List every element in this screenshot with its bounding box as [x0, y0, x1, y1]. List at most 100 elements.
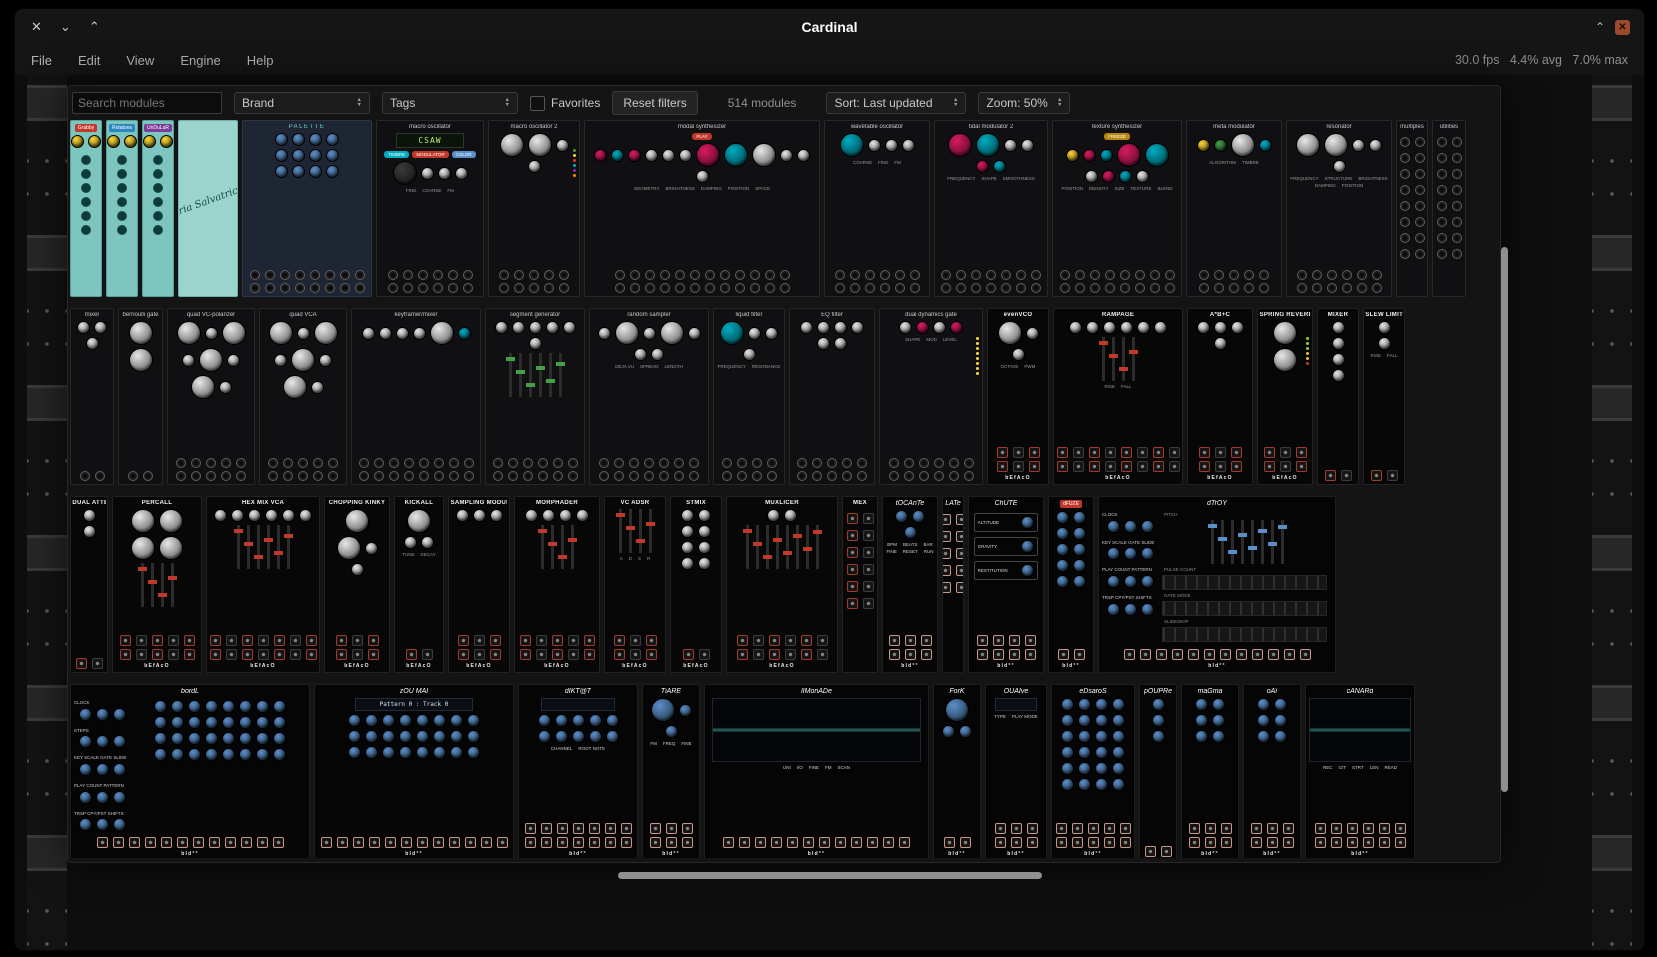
jack[interactable] [1013, 461, 1024, 472]
knob[interactable] [396, 327, 409, 340]
jack[interactable] [904, 471, 914, 481]
knob[interactable] [256, 716, 269, 729]
knob[interactable] [273, 700, 286, 713]
jack[interactable] [1156, 649, 1167, 660]
knob[interactable] [1061, 730, 1074, 743]
knob[interactable] [1231, 321, 1244, 334]
jack[interactable] [1452, 169, 1462, 179]
jack[interactable] [490, 635, 501, 646]
knob[interactable] [1120, 321, 1133, 334]
jack[interactable] [525, 823, 536, 834]
slider[interactable] [796, 525, 799, 569]
jack[interactable] [1214, 283, 1224, 293]
knob[interactable] [1021, 516, 1034, 529]
jack[interactable] [448, 270, 458, 280]
jack[interactable] [1315, 837, 1326, 848]
jack[interactable] [1283, 837, 1294, 848]
jack[interactable] [889, 471, 899, 481]
knob[interactable] [430, 321, 454, 345]
jack[interactable] [1057, 461, 1068, 472]
knob[interactable] [282, 509, 295, 522]
jack[interactable] [1259, 270, 1269, 280]
knob[interactable] [576, 509, 589, 522]
knob[interactable] [651, 348, 664, 361]
knob[interactable] [131, 536, 155, 560]
jack[interactable] [942, 514, 951, 525]
jack[interactable] [589, 837, 600, 848]
knob[interactable] [976, 160, 989, 173]
knob[interactable] [299, 509, 312, 522]
module-card[interactable]: MORPHADERbEfAcO [514, 496, 600, 673]
jack[interactable] [1188, 649, 1199, 660]
knob[interactable] [998, 321, 1022, 345]
jack[interactable] [735, 270, 745, 280]
jack[interactable] [1264, 461, 1275, 472]
slider[interactable] [1102, 337, 1105, 381]
module-card[interactable]: mixer [70, 308, 114, 485]
jack[interactable] [1331, 823, 1342, 834]
knob[interactable] [421, 167, 434, 180]
module-card[interactable]: dIKT@TCHANNELROOT NOTEbId°° [518, 684, 638, 858]
jack[interactable] [449, 837, 460, 848]
jack[interactable] [280, 270, 290, 280]
jack[interactable] [895, 270, 905, 280]
jack[interactable] [1415, 233, 1425, 243]
chip-button[interactable]: COLOR [452, 151, 476, 158]
jack[interactable] [737, 458, 747, 468]
jack[interactable] [1297, 270, 1307, 280]
jack[interactable] [1057, 447, 1068, 458]
knob[interactable] [79, 791, 92, 804]
jack[interactable] [1267, 823, 1278, 834]
reset-filters-button[interactable]: Reset filters [612, 91, 697, 115]
jack[interactable] [1011, 837, 1022, 848]
jack[interactable] [113, 837, 124, 848]
jack[interactable] [1189, 837, 1200, 848]
knob[interactable] [993, 160, 1006, 173]
knob[interactable] [1095, 698, 1108, 711]
knob[interactable] [1100, 149, 1113, 162]
module-card[interactable]: liquid filterFREQUENCYRESONANCE [713, 308, 785, 485]
menu-item-help[interactable]: Help [247, 53, 274, 68]
knob[interactable] [1073, 559, 1086, 572]
jack[interactable] [934, 471, 944, 481]
jack[interactable] [553, 471, 563, 481]
jack[interactable] [1341, 470, 1352, 481]
knob[interactable] [1141, 575, 1154, 588]
module-card[interactable]: utilities [1432, 120, 1466, 297]
knob[interactable] [222, 732, 235, 745]
jack[interactable] [1280, 447, 1291, 458]
jack[interactable] [1072, 837, 1083, 848]
jack[interactable] [1437, 233, 1447, 243]
jack[interactable] [250, 283, 260, 293]
jack[interactable] [847, 513, 858, 524]
knob[interactable] [239, 716, 252, 729]
knob[interactable] [345, 509, 369, 533]
module-card[interactable]: macro oscillatorCSAWTIMBREMODULATORCOLOR… [376, 120, 484, 297]
jack[interactable] [573, 823, 584, 834]
knob[interactable] [1061, 746, 1074, 759]
knob[interactable] [382, 714, 395, 727]
jack[interactable] [835, 270, 845, 280]
knob[interactable] [594, 149, 607, 162]
jack[interactable] [474, 635, 485, 646]
jack[interactable] [785, 635, 796, 646]
jack[interactable] [236, 471, 246, 481]
jack[interactable] [536, 649, 547, 660]
jack[interactable] [1251, 823, 1262, 834]
knob[interactable] [765, 327, 778, 340]
jack[interactable] [1205, 837, 1216, 848]
jack[interactable] [152, 635, 163, 646]
jack[interactable] [404, 458, 414, 468]
knob[interactable] [1061, 762, 1074, 775]
slider[interactable] [541, 525, 544, 569]
jack[interactable] [1231, 461, 1242, 472]
jack[interactable] [1387, 470, 1398, 481]
knob[interactable] [1078, 714, 1091, 727]
jack[interactable] [265, 270, 275, 280]
jack[interactable] [615, 270, 625, 280]
module-card[interactable]: wavetable oscillatorCOARSEFINEFM [824, 120, 930, 297]
knob[interactable] [1095, 778, 1108, 791]
knob[interactable] [326, 149, 339, 162]
jack[interactable] [552, 635, 563, 646]
jack[interactable] [599, 471, 609, 481]
